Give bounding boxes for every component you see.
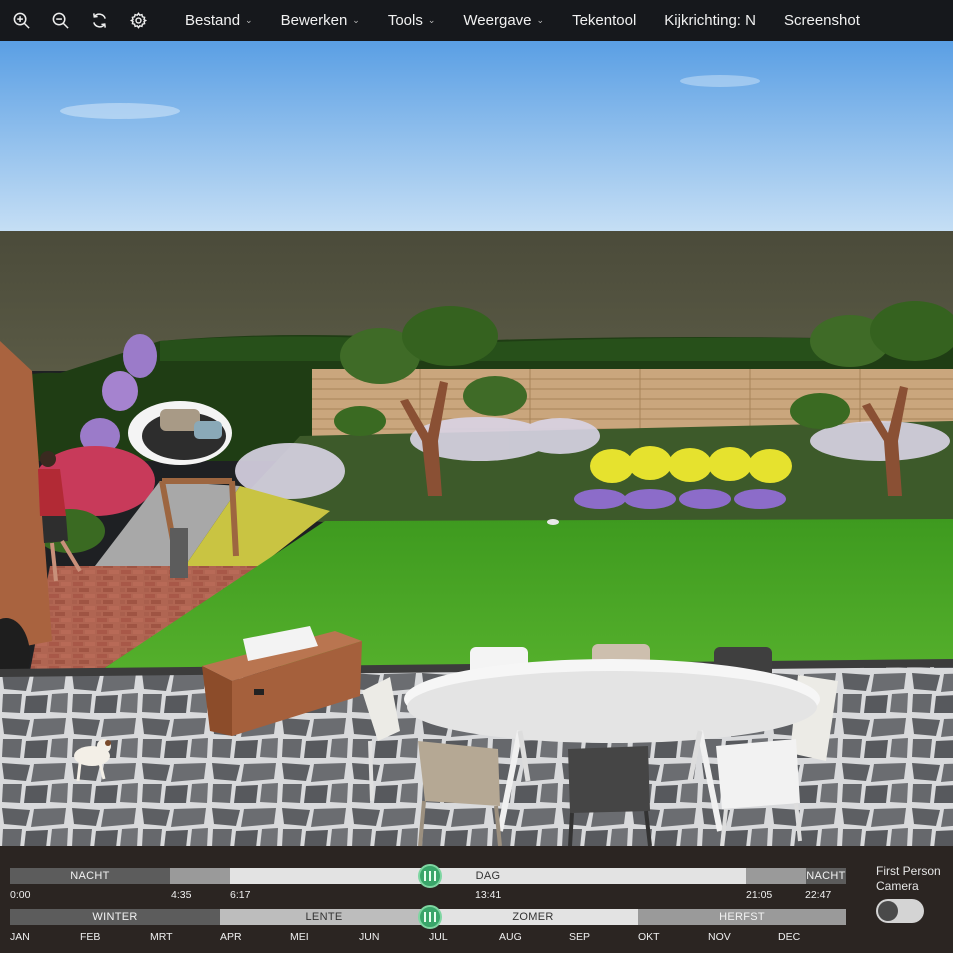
month-tick: APR bbox=[220, 931, 242, 943]
month-tick: SEP bbox=[569, 931, 591, 943]
day-tick: 6:17 bbox=[230, 889, 251, 901]
zoom-in-icon[interactable] bbox=[10, 10, 32, 32]
month-tick: JAN bbox=[10, 931, 30, 943]
day-segment-nacht: NACHT bbox=[10, 868, 170, 884]
month-tick: MRT bbox=[150, 931, 173, 943]
day-tick: 22:47 bbox=[805, 889, 832, 901]
gear-icon[interactable] bbox=[127, 10, 149, 32]
menu-label: Weergave bbox=[463, 12, 532, 29]
menu-label: Screenshot bbox=[783, 12, 860, 29]
day-segment-nacht: NACHT bbox=[806, 868, 846, 884]
chevron-down-icon: ⌄ bbox=[536, 15, 545, 25]
toolbar: Bestand ⌄ Bewerken ⌄ Tools ⌄ Weergave ⌄ Teke… bbox=[0, 0, 953, 41]
menu-screenshot[interactable]: Screenshot bbox=[784, 12, 860, 29]
month-tick: FEB bbox=[80, 931, 101, 943]
zoom-out-icon[interactable] bbox=[49, 10, 71, 32]
garden-lamp bbox=[170, 528, 188, 578]
menu-tools[interactable]: Tools ⌄ bbox=[388, 12, 436, 29]
menu-bestand[interactable]: Bestand ⌄ bbox=[185, 12, 253, 29]
menu-label: Kijkrichting: N bbox=[664, 12, 756, 29]
season-segment-herfst: HERFST bbox=[638, 909, 846, 925]
garden-3d-viewport[interactable] bbox=[0, 41, 953, 846]
first-person-camera-toggle[interactable] bbox=[876, 899, 924, 923]
day-tick: 0:00 bbox=[10, 889, 31, 901]
refresh-icon[interactable] bbox=[88, 10, 110, 32]
month-tick: JUN bbox=[359, 931, 380, 943]
month-tick: OKT bbox=[638, 931, 660, 943]
month-tick: DEC bbox=[778, 931, 801, 943]
month-tick: JUL bbox=[429, 931, 448, 943]
month-tick: NOV bbox=[708, 931, 731, 943]
season-segment-lente: LENTE bbox=[220, 909, 428, 925]
day-segment-twilight bbox=[170, 868, 230, 884]
menu-tekentool[interactable]: Tekentool bbox=[572, 12, 636, 29]
camera-label-line: First Person bbox=[876, 864, 941, 878]
season-segment-zomer: ZOMER bbox=[428, 909, 638, 925]
sky bbox=[0, 41, 953, 233]
month-tick: AUG bbox=[499, 931, 522, 943]
chevron-down-icon: ⌄ bbox=[352, 15, 360, 25]
menu-label: Tools bbox=[387, 12, 423, 29]
menu-label: Tekentool bbox=[572, 12, 637, 29]
menu-bewerken[interactable]: Bewerken ⌄ bbox=[281, 12, 360, 29]
chevron-down-icon: ⌄ bbox=[245, 15, 253, 25]
month-tick: MEI bbox=[290, 931, 309, 943]
day-segment-twilight bbox=[746, 868, 806, 884]
time-season-panel: NACHT DAG NACHT 0:00 4:35 6:17 13:41 21:… bbox=[0, 846, 953, 953]
day-tick: 4:35 bbox=[171, 889, 192, 901]
menu-label: Bewerken bbox=[280, 12, 348, 29]
day-tick: 13:41 bbox=[475, 889, 502, 901]
menu-kijkrichting[interactable]: Kijkrichting: N bbox=[664, 12, 756, 29]
menu-label: Bestand bbox=[185, 12, 241, 29]
day-segment-dag: DAG bbox=[230, 868, 746, 884]
day-slider-handle[interactable] bbox=[418, 864, 442, 888]
chevron-down-icon: ⌄ bbox=[427, 15, 436, 25]
toggle-knob bbox=[878, 901, 898, 921]
season-segment-winter: WINTER bbox=[10, 909, 220, 925]
season-slider-handle[interactable] bbox=[418, 905, 442, 929]
menu-weergave[interactable]: Weergave ⌄ bbox=[463, 12, 544, 29]
day-tick: 21:05 bbox=[746, 889, 773, 901]
first-person-camera-label: First Person Camera bbox=[876, 864, 941, 894]
camera-label-line: Camera bbox=[876, 879, 919, 893]
